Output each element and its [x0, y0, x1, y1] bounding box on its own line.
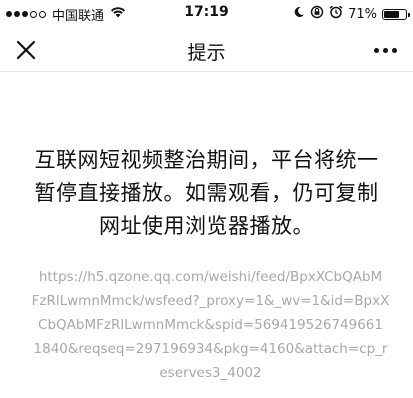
more-options-button[interactable] — [369, 36, 401, 64]
more-dot-icon — [382, 47, 388, 53]
notice-line: 网址使用浏览器播放。 — [99, 214, 314, 238]
status-bar: 中国联通 17:19 71% — [0, 0, 413, 28]
notice-line: 互联网短视频整治期间，平台将统一 — [34, 148, 379, 172]
alarm-icon — [329, 5, 343, 23]
notice-line: 暂停直接播放。如需观看，仍可复制 — [34, 181, 379, 205]
content-area: 互联网短视频整治期间，平台将统一 暂停直接播放。如需观看，仍可复制 网址使用浏览… — [0, 72, 413, 398]
url-line: CbQAbMFzRlLwmnMmck&spid=569419526749661 — [38, 317, 383, 333]
url-line: 1840&reqseq=297196934&pkg=4160&attach=cp… — [33, 341, 388, 357]
url-line: FzRlLwmnMmck/wsfeed?_proxy=1&_wv=1&id=Bp… — [31, 293, 390, 309]
battery-level — [384, 10, 399, 18]
orientation-lock-icon — [310, 5, 324, 23]
more-dot-icon — [373, 47, 379, 53]
moon-icon — [293, 6, 305, 22]
battery-icon — [382, 8, 410, 20]
video-url[interactable]: https://h5.qzone.qq.com/weishi/feed/BpxX… — [28, 265, 393, 385]
url-line: eserves3_4002 — [159, 365, 262, 381]
nav-bar: 提示 — [0, 28, 413, 72]
url-line: https://h5.qzone.qq.com/weishi/feed/BpxX… — [38, 269, 383, 285]
page-title: 提示 — [187, 42, 226, 64]
battery-percent: 71% — [348, 6, 377, 22]
status-right: 71% — [293, 5, 410, 23]
more-dot-icon — [391, 47, 397, 53]
notice-message: 互联网短视频整治期间，平台将统一 暂停直接播放。如需观看，仍可复制 网址使用浏览… — [20, 144, 393, 243]
